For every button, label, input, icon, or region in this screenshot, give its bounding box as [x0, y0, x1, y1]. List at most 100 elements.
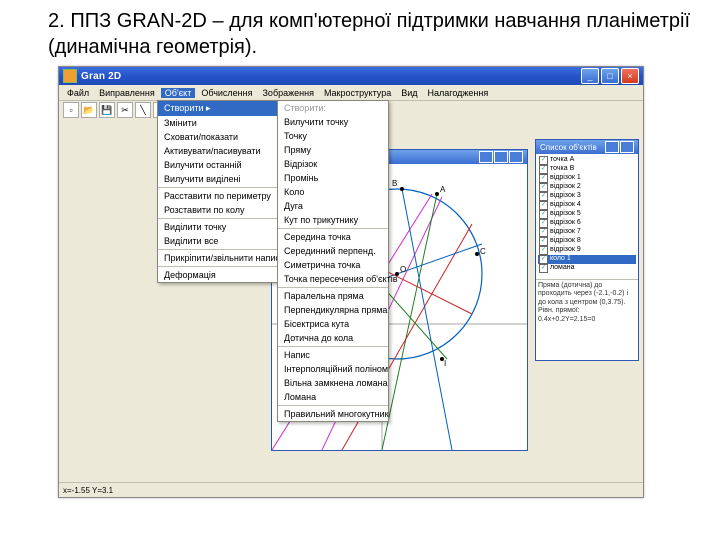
object-label: відрізок 5 — [550, 210, 581, 219]
dd-item-13[interactable]: Прикріпити/звільнити напис — [158, 251, 278, 265]
checkbox-icon[interactable]: ✓ — [539, 192, 548, 201]
submenu-item-15[interactable]: Паралельна пряма — [278, 289, 388, 303]
canvas-close-icon[interactable] — [509, 151, 523, 163]
checkbox-icon[interactable]: ✓ — [539, 174, 548, 183]
submenu-item-21[interactable]: Інтерполяційний поліном — [278, 362, 388, 376]
object-row-0[interactable]: ✓точка A — [538, 156, 636, 165]
menu-5[interactable]: Макроструктура — [320, 88, 395, 98]
checkbox-icon[interactable]: ✓ — [539, 246, 548, 255]
submenu-item-17[interactable]: Бісектриса кута — [278, 317, 388, 331]
submenu-item-25[interactable]: Правильний многокутник — [278, 407, 388, 421]
menu-2[interactable]: Об'єкт — [161, 88, 196, 98]
object-label: відрізок 2 — [550, 183, 581, 192]
object-row-11[interactable]: ✓коло 1 — [538, 255, 636, 264]
menu-7[interactable]: Налагодження — [424, 88, 493, 98]
checkbox-icon[interactable]: ✓ — [539, 228, 548, 237]
submenu-item-20[interactable]: Напис — [278, 348, 388, 362]
panel-close-icon[interactable] — [620, 141, 634, 153]
dd-item-15[interactable]: Деформація — [158, 268, 278, 282]
checkbox-icon[interactable]: ✓ — [539, 201, 548, 210]
object-list[interactable]: ✓точка A✓точка B✓відрізок 1✓відрізок 2✓в… — [536, 154, 638, 275]
object-label: точка B — [550, 165, 574, 174]
menu-6[interactable]: Вид — [397, 88, 421, 98]
object-label: відрізок 8 — [550, 237, 581, 246]
open-icon[interactable]: 📂 — [81, 102, 97, 118]
submenu-item-23[interactable]: Ломана — [278, 390, 388, 404]
object-label: відрізок 1 — [550, 174, 581, 183]
app-icon — [63, 69, 77, 83]
submenu-item-6[interactable]: Коло — [278, 185, 388, 199]
new-icon[interactable]: ▫ — [63, 102, 79, 118]
svg-text:C: C — [480, 247, 486, 256]
object-row-6[interactable]: ✓відрізок 5 — [538, 210, 636, 219]
checkbox-icon[interactable]: ✓ — [539, 156, 548, 165]
submenu-item-4[interactable]: Відрізок — [278, 157, 388, 171]
minimize-button[interactable]: _ — [581, 68, 599, 84]
submenu-item-11[interactable]: Серединний перпенд. — [278, 244, 388, 258]
panel-titlebar[interactable]: Список об'єктів — [536, 140, 638, 154]
object-label: відрізок 9 — [550, 246, 581, 255]
dd-item-7[interactable]: Расставити по периметру — [158, 189, 278, 203]
object-label: точка A — [550, 156, 574, 165]
object-row-7[interactable]: ✓відрізок 6 — [538, 219, 636, 228]
close-button[interactable]: × — [621, 68, 639, 84]
line-icon[interactable]: ╲ — [135, 102, 151, 118]
object-row-4[interactable]: ✓відрізок 3 — [538, 192, 636, 201]
dd-item-0[interactable]: Створити ▸ — [158, 101, 278, 116]
dd-item-5[interactable]: Вилучити виділені — [158, 172, 278, 186]
object-row-12[interactable]: ✓ломана — [538, 264, 636, 273]
svg-text:I: I — [444, 359, 446, 368]
object-label: коло 1 — [550, 255, 571, 264]
dd-item-10[interactable]: Виділити точку — [158, 220, 278, 234]
checkbox-icon[interactable]: ✓ — [539, 264, 548, 273]
object-row-10[interactable]: ✓відрізок 9 — [538, 246, 636, 255]
save-icon[interactable]: 💾 — [99, 102, 115, 118]
submenu-item-13[interactable]: Точка пересечения об'єктів — [278, 272, 388, 286]
object-row-1[interactable]: ✓точка B — [538, 165, 636, 174]
submenu-item-3[interactable]: Пряму — [278, 143, 388, 157]
submenu-item-16[interactable]: Перпендикулярна пряма — [278, 303, 388, 317]
dd-item-1[interactable]: Змінити — [158, 116, 278, 130]
checkbox-icon[interactable]: ✓ — [539, 237, 548, 246]
submenu-item-22[interactable]: Вільна замкнена ломана — [278, 376, 388, 390]
checkbox-icon[interactable]: ✓ — [539, 210, 548, 219]
checkbox-icon[interactable]: ✓ — [539, 219, 548, 228]
submenu-item-8[interactable]: Кут по трикутнику — [278, 213, 388, 227]
dd-item-11[interactable]: Виділити все — [158, 234, 278, 248]
create-submenu[interactable]: Створити:Вилучити точкуТочкуПрямуВідрізо… — [277, 100, 389, 422]
dd-item-4[interactable]: Вилучити останній — [158, 158, 278, 172]
object-row-2[interactable]: ✓відрізок 1 — [538, 174, 636, 183]
window-buttons: _ □ × — [581, 68, 639, 84]
submenu-item-7[interactable]: Дуга — [278, 199, 388, 213]
object-label: відрізок 7 — [550, 228, 581, 237]
menubar[interactable]: ФайлВиправленняОб'єктОбчисленняЗображенн… — [59, 85, 643, 101]
submenu-item-5[interactable]: Промінь — [278, 171, 388, 185]
submenu-item-18[interactable]: Дотична до кола — [278, 331, 388, 345]
checkbox-icon[interactable]: ✓ — [539, 183, 548, 192]
object-row-9[interactable]: ✓відрізок 8 — [538, 237, 636, 246]
dd-item-3[interactable]: Активувати/пасивувати — [158, 144, 278, 158]
object-row-8[interactable]: ✓відрізок 7 — [538, 228, 636, 237]
panel-min-icon[interactable] — [605, 141, 619, 153]
submenu-item-1[interactable]: Вилучити точку — [278, 115, 388, 129]
object-row-5[interactable]: ✓відрізок 4 — [538, 201, 636, 210]
menu-3[interactable]: Обчислення — [197, 88, 256, 98]
submenu-item-2[interactable]: Точку — [278, 129, 388, 143]
object-row-3[interactable]: ✓відрізок 2 — [538, 183, 636, 192]
menu-4[interactable]: Зображення — [259, 88, 318, 98]
maximize-button[interactable]: □ — [601, 68, 619, 84]
canvas-max-icon[interactable] — [494, 151, 508, 163]
object-label: відрізок 6 — [550, 219, 581, 228]
menu-1[interactable]: Виправлення — [95, 88, 159, 98]
submenu-item-12[interactable]: Симетрична точка — [278, 258, 388, 272]
svg-text:B: B — [392, 179, 397, 188]
cut-icon[interactable]: ✂ — [117, 102, 133, 118]
dd-item-2[interactable]: Сховати/показати — [158, 130, 278, 144]
object-menu-dropdown[interactable]: Створити ▸ЗмінитиСховати/показатиАктивув… — [157, 100, 279, 283]
canvas-min-icon[interactable] — [479, 151, 493, 163]
dd-item-8[interactable]: Розставити по колу — [158, 203, 278, 217]
checkbox-icon[interactable]: ✓ — [539, 255, 548, 264]
checkbox-icon[interactable]: ✓ — [539, 165, 548, 174]
submenu-item-10[interactable]: Середина точка — [278, 230, 388, 244]
menu-0[interactable]: Файл — [63, 88, 93, 98]
